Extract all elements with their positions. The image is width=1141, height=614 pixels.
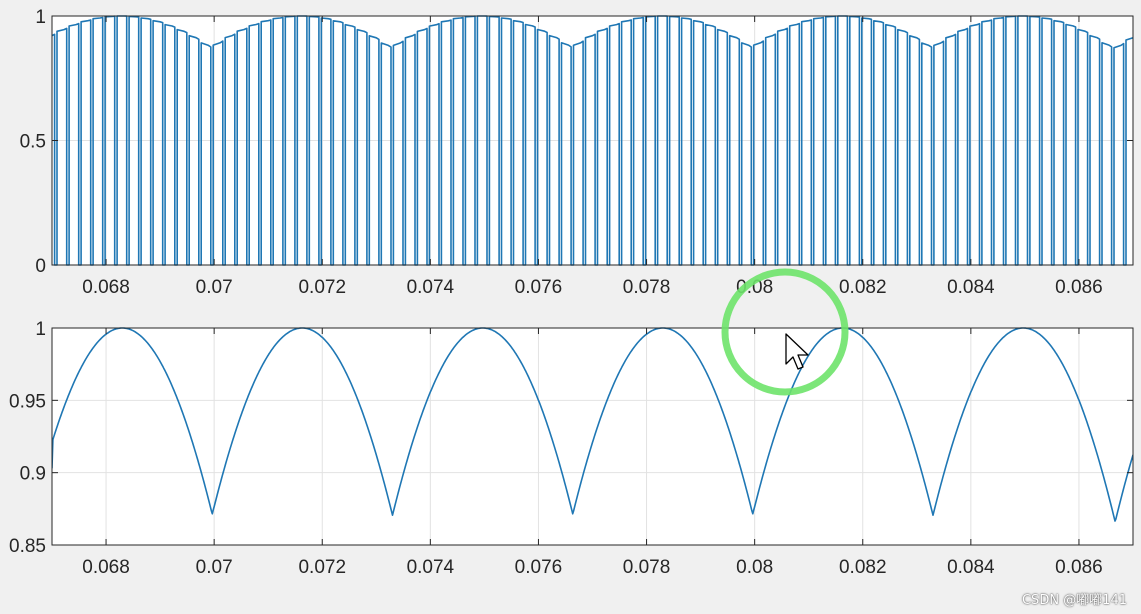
y-tick-label: 0.9 (20, 464, 46, 485)
x-tick-label: 0.072 (298, 557, 346, 578)
y-tick-label: 0 (35, 256, 46, 277)
x-tick-label: 0.068 (82, 277, 130, 298)
x-tick-label: 0.07 (196, 557, 233, 578)
bottom-plot-axes: 0.068 0.07 0.072 0.074 0.076 0.078 0.08 0.082 0.… (9, 319, 1134, 578)
x-tick-label: 0.07 (196, 277, 233, 298)
x-tick-label: 0.076 (515, 557, 563, 578)
x-tick-label: 0.08 (736, 557, 773, 578)
x-tick-label: 0.078 (623, 557, 671, 578)
x-tick-label: 0.068 (82, 557, 130, 578)
x-tick-label: 0.076 (515, 277, 563, 298)
watermark: CSDN @嘟嘟141 (1021, 593, 1127, 608)
y-tick-label: 0.95 (9, 391, 46, 412)
x-tick-label: 0.086 (1055, 557, 1103, 578)
x-tick-label: 0.078 (623, 277, 671, 298)
x-tick-label: 0.072 (298, 277, 346, 298)
x-tick-label: 0.074 (407, 277, 455, 298)
x-tick-label: 0.074 (407, 557, 455, 578)
x-tick-label: 0.082 (839, 557, 887, 578)
y-tick-label: 0.85 (9, 536, 46, 557)
x-tick-label: 0.082 (839, 277, 887, 298)
figure-canvas: 0.068 0.07 0.072 0.074 0.076 0.078 0.08 0.082 0.… (9, 7, 1134, 578)
y-tick-label: 0.5 (20, 132, 46, 153)
x-tick-label: 0.084 (947, 557, 995, 578)
top-plot-axes: 0.068 0.07 0.072 0.074 0.076 0.078 0.08 0.082 0.… (20, 7, 1134, 298)
x-tick-label: 0.086 (1055, 277, 1103, 298)
y-tick-label: 1 (35, 319, 46, 340)
y-tick-label: 1 (35, 7, 46, 28)
x-tick-label: 0.084 (947, 277, 995, 298)
